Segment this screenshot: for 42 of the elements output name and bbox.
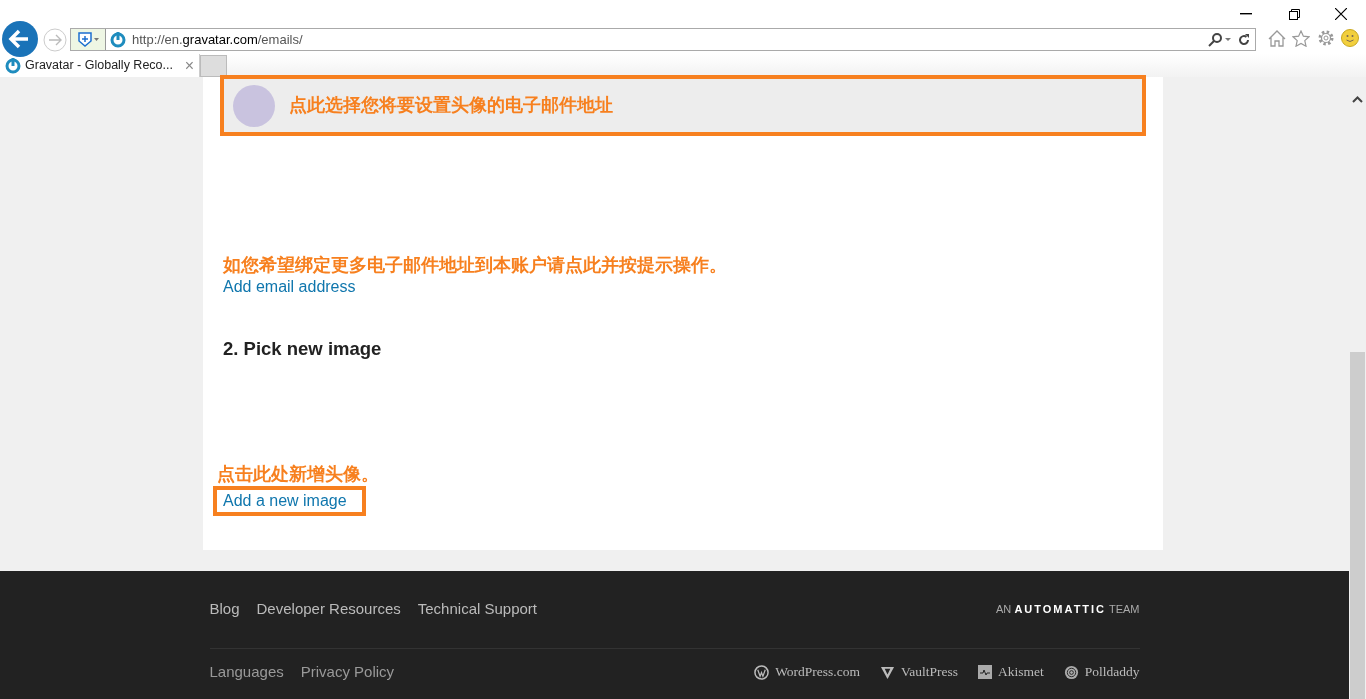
- back-icon[interactable]: [2, 21, 38, 57]
- spiral-icon: [1063, 664, 1079, 680]
- site-icon: [5, 57, 21, 74]
- star-icon[interactable]: [1292, 30, 1310, 47]
- footer-link[interactable]: Blog: [209, 598, 240, 621]
- wordpress-icon: [754, 664, 770, 680]
- avatar-placeholder: [233, 84, 275, 127]
- product-link[interactable]: Akismet: [978, 661, 1044, 683]
- address-bar[interactable]: http://en.gravatar.com/emails/: [70, 28, 1256, 51]
- close-icon[interactable]: [1335, 8, 1347, 20]
- site-icon: [110, 31, 126, 48]
- url-text: http://en.gravatar.com/emails/: [132, 30, 303, 49]
- shield-icon: [880, 664, 895, 680]
- settings-icon[interactable]: [1317, 29, 1335, 47]
- minimize-icon[interactable]: [1240, 13, 1252, 15]
- shield-plus-icon: [77, 32, 92, 47]
- browser-tab[interactable]: Gravatar - Globally Reco... ×: [0, 54, 200, 77]
- akismet-icon: [978, 665, 992, 679]
- footer-link[interactable]: Developer Resources: [256, 598, 401, 621]
- security-button[interactable]: [71, 29, 106, 50]
- add-email-link[interactable]: Add email address: [223, 277, 356, 297]
- email-row-note: 点此选择您将要设置头像的电子邮件地址: [289, 94, 613, 117]
- add-email-note: 如您希望绑定更多电子邮件地址到本账户请点此并按提示操作。: [223, 254, 727, 277]
- automattic-team-text: AN AUTOMATTIC TEAM: [996, 602, 1140, 618]
- footer-link[interactable]: Languages: [209, 660, 284, 684]
- product-link[interactable]: VaultPress: [880, 661, 958, 683]
- tab-title: Gravatar - Globally Reco...: [25, 57, 173, 75]
- dropdown-icon: [93, 38, 99, 41]
- add-image-link[interactable]: Add a new image: [213, 486, 366, 516]
- section-heading: 2. Pick new image: [223, 337, 383, 361]
- product-link[interactable]: Polldaddy: [1063, 661, 1140, 683]
- footer-link[interactable]: Technical Support: [417, 598, 538, 621]
- refresh-icon[interactable]: [1237, 32, 1251, 47]
- add-image-note: 点击此处新增头像。: [217, 463, 379, 486]
- search-icon[interactable]: [1208, 32, 1232, 47]
- restore-icon[interactable]: [1289, 8, 1300, 20]
- smiley-icon[interactable]: [1341, 29, 1359, 47]
- footer-link[interactable]: Privacy Policy: [300, 660, 395, 684]
- product-link[interactable]: WordPress.com: [754, 661, 860, 683]
- tab-close-button[interactable]: ×: [184, 57, 194, 74]
- home-icon[interactable]: [1268, 30, 1286, 47]
- scroll-up-icon[interactable]: [1352, 96, 1363, 103]
